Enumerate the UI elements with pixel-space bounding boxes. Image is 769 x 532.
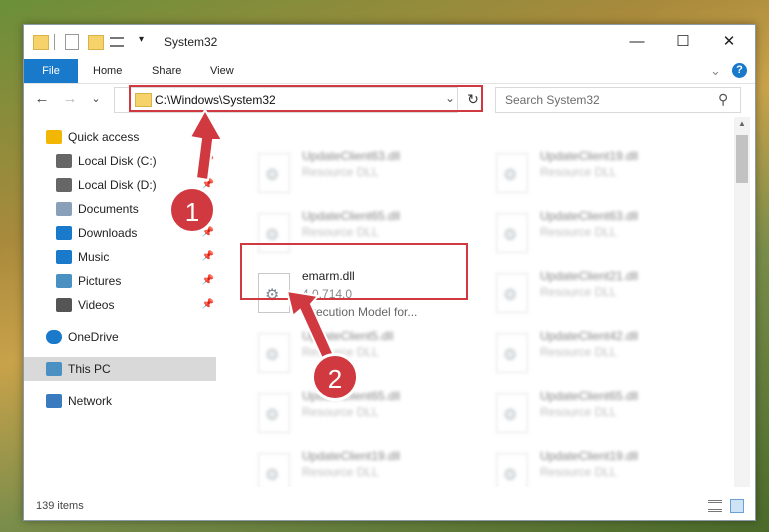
step-badge-1: 1 [168, 186, 216, 234]
arrow-1 [188, 107, 224, 182]
annotation-arrows [188, 107, 339, 369]
step-badge-2: 2 [311, 353, 359, 401]
